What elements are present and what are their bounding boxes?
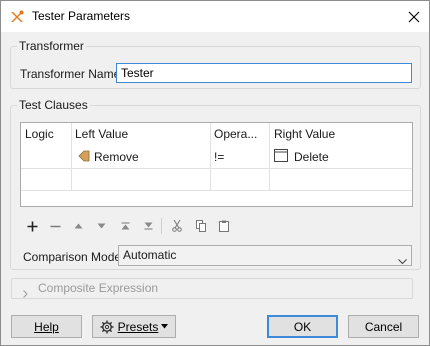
cancel-button[interactable]: Cancel xyxy=(348,315,419,338)
column-header-logic[interactable]: Logic xyxy=(21,123,71,145)
grid-line xyxy=(71,123,72,191)
column-header-operator[interactable]: Opera... xyxy=(210,123,270,145)
attribute-icon xyxy=(78,147,90,169)
toolbar-separator xyxy=(161,218,162,234)
move-down-icon xyxy=(97,223,105,229)
move-top-icon xyxy=(121,222,129,230)
composite-expression-label: Composite Expression xyxy=(38,281,159,295)
move-up-icon xyxy=(74,223,82,229)
dropdown-arrow-icon xyxy=(161,324,169,329)
add-icon xyxy=(27,221,37,231)
chevron-right-icon xyxy=(23,285,28,304)
logic-cell[interactable] xyxy=(25,146,69,168)
copy-icon xyxy=(195,220,206,232)
copy-button[interactable] xyxy=(192,217,210,235)
grid-line xyxy=(210,123,211,191)
column-header-left-value[interactable]: Left Value xyxy=(71,123,211,145)
presets-button-label: Presets xyxy=(117,319,159,334)
fme-app-icon xyxy=(9,9,25,25)
comparison-mode-select[interactable]: Automatic xyxy=(118,245,412,266)
presets-button[interactable]: Presets xyxy=(92,315,176,338)
grid-line xyxy=(21,190,412,191)
help-button-label: Help xyxy=(34,319,59,334)
left-value-cell[interactable]: Remove xyxy=(78,146,208,168)
paste-button[interactable] xyxy=(215,217,233,235)
transformer-name-input[interactable] xyxy=(116,63,412,83)
window-title: Tester Parameters xyxy=(32,9,131,23)
left-value-text: Remove xyxy=(94,150,139,164)
chevron-down-icon xyxy=(398,252,407,271)
help-button[interactable]: Help xyxy=(11,315,82,338)
transformer-name-label: Transformer Name: xyxy=(20,67,124,81)
close-button[interactable] xyxy=(399,1,429,32)
remove-button[interactable] xyxy=(46,217,64,235)
ok-button-label: OK xyxy=(293,319,312,334)
test-clauses-table[interactable]: Logic Left Value Opera... Right Value Re… xyxy=(20,122,413,207)
dialog-window: Tester Parameters Transformer Transforme… xyxy=(0,0,430,346)
cancel-button-label: Cancel xyxy=(364,319,403,334)
operator-cell[interactable]: != xyxy=(214,146,266,168)
text-value-icon xyxy=(274,147,288,169)
title-bar: Tester Parameters xyxy=(1,1,429,32)
paste-icon xyxy=(219,220,229,232)
comparison-mode-label: Comparison Mode: xyxy=(23,250,125,264)
move-up-button[interactable] xyxy=(69,217,87,235)
right-value-cell[interactable]: Delete xyxy=(274,146,410,168)
remove-icon xyxy=(50,225,60,227)
move-down-button[interactable] xyxy=(92,217,110,235)
add-button[interactable] xyxy=(23,217,41,235)
move-top-button[interactable] xyxy=(116,217,134,235)
ok-button[interactable]: OK xyxy=(267,315,338,338)
cut-icon xyxy=(172,220,182,232)
gear-icon xyxy=(100,320,114,334)
comparison-mode-value: Automatic xyxy=(123,248,177,262)
move-bottom-button[interactable] xyxy=(139,217,157,235)
transformer-group-label: Transformer xyxy=(17,39,86,53)
column-header-right-value[interactable]: Right Value xyxy=(270,123,412,145)
cut-button[interactable] xyxy=(168,217,186,235)
composite-expression-section[interactable]: Composite Expression xyxy=(11,278,413,299)
right-value-text: Delete xyxy=(294,150,329,164)
grid-line xyxy=(269,123,270,191)
move-bottom-icon xyxy=(144,222,152,230)
close-icon xyxy=(408,11,420,22)
test-clauses-group-label: Test Clauses xyxy=(17,98,90,112)
